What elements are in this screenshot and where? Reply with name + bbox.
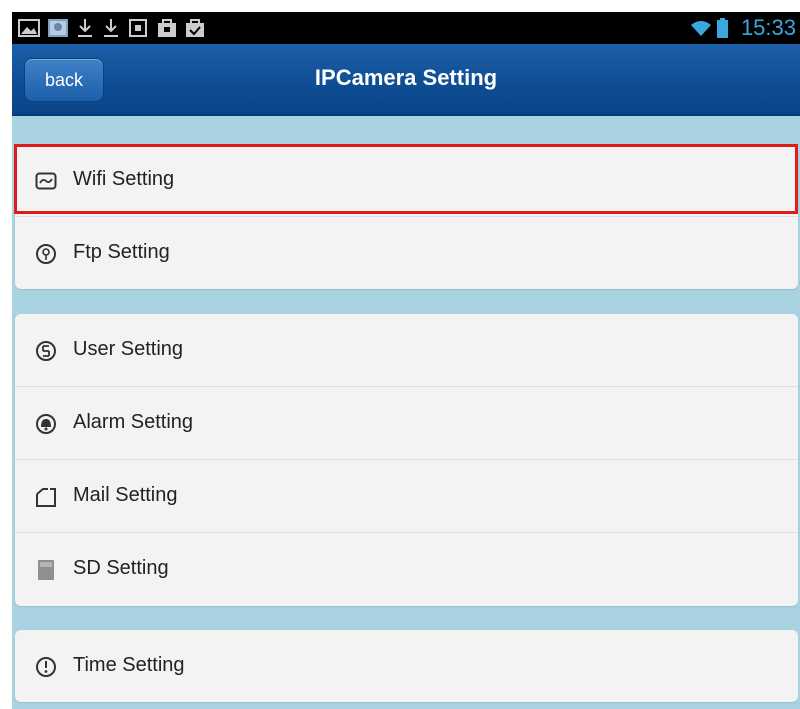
wifi-icon — [691, 21, 711, 36]
alarm-setting-item[interactable]: Alarm Setting — [15, 387, 798, 460]
camera-icon — [129, 19, 147, 37]
wifi-setting-highlight — [14, 144, 798, 214]
ftp-setting-item[interactable]: Ftp Setting — [15, 217, 798, 289]
bag-icon — [158, 19, 176, 37]
sd-setting-label: SD Setting — [73, 557, 169, 579]
ftp-icon — [36, 244, 56, 264]
status-bar: 15:33 — [12, 12, 800, 44]
photo-icon — [48, 19, 68, 37]
time-setting-item[interactable]: Time Setting — [15, 630, 798, 702]
alarm-setting-label: Alarm Setting — [73, 411, 194, 433]
sd-card-icon — [38, 560, 54, 580]
download-icon — [78, 19, 92, 37]
battery-icon — [717, 18, 728, 38]
clock-icon — [36, 657, 56, 677]
user-setting-item[interactable]: User Setting — [15, 314, 798, 387]
mail-setting-label: Mail Setting — [73, 484, 178, 506]
settings-group-time: Time Setting — [15, 630, 798, 702]
mail-setting-item[interactable]: Mail Setting — [15, 460, 798, 533]
status-time: 15:33 — [740, 15, 796, 40]
ftp-setting-label: Ftp Setting — [73, 241, 170, 263]
sd-setting-item[interactable]: SD Setting — [15, 533, 798, 605]
gallery-icon — [18, 19, 40, 37]
alarm-icon — [36, 414, 56, 434]
time-setting-label: Time Setting — [73, 654, 185, 676]
mail-icon — [36, 488, 56, 507]
user-setting-label: User Setting — [73, 338, 184, 360]
download-icon — [104, 19, 118, 37]
bag-check-icon — [186, 19, 204, 37]
user-icon — [36, 341, 56, 361]
settings-group-account: User Setting Alarm Setting Mail Setting … — [15, 314, 798, 606]
page-title: IPCamera Setting — [314, 65, 498, 90]
title-bar: back IPCamera Setting — [12, 44, 800, 116]
